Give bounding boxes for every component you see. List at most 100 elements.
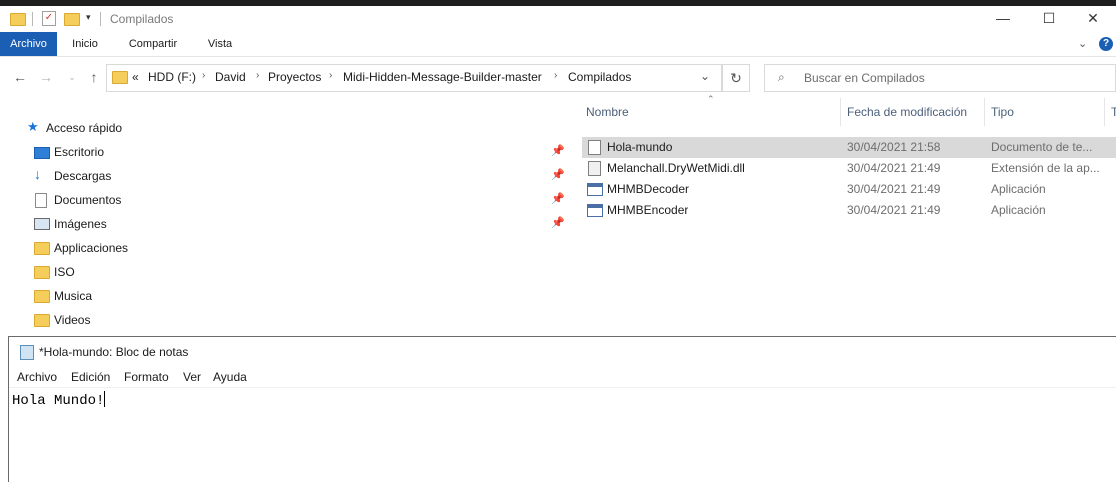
notepad-text-area[interactable]: Hola Mundo!: [9, 387, 1116, 483]
notepad-icon: [20, 345, 34, 360]
column-header-tipo[interactable]: Tipo: [991, 105, 1014, 119]
file-type: Documento de te...: [991, 140, 1093, 154]
maximize-button[interactable]: ☐: [1026, 6, 1072, 32]
file-date: 30/04/2021 21:49: [847, 161, 941, 175]
nav-item-label: Videos: [54, 313, 91, 327]
pin-icon[interactable]: 📌: [551, 168, 565, 181]
file-row[interactable]: MHMBDecoder 30/04/2021 21:49 Aplicación: [582, 179, 1116, 200]
notepad-content: Hola Mundo!: [12, 393, 105, 409]
menu-ayuda[interactable]: Ayuda: [213, 370, 247, 384]
breadcrumb-chevron-icon[interactable]: ›: [554, 70, 557, 81]
file-name: MHMBDecoder: [607, 182, 690, 196]
nav-item-acceso-rapido[interactable]: ★ Acceso rápido: [0, 116, 567, 140]
refresh-icon[interactable]: ↻: [722, 64, 750, 92]
file-name: MHMBEncoder: [607, 203, 689, 217]
notepad-window: *Hola-mundo: Bloc de notas Archivo Edici…: [8, 336, 1116, 482]
explorer-title-bar: ✓ ▾ Compilados — ☐ ✕: [0, 6, 1116, 32]
file-type: Aplicación: [991, 182, 1046, 196]
file-row[interactable]: Hola-mundo 30/04/2021 21:58 Documento de…: [582, 137, 1116, 158]
close-button[interactable]: ✕: [1070, 6, 1116, 32]
notepad-title-bar: *Hola-mundo: Bloc de notas: [9, 337, 1116, 367]
nav-item-iso[interactable]: ISO: [0, 260, 567, 284]
ribbon-tabs: Archivo Inicio Compartir Vista ⌄ ?: [0, 32, 1116, 57]
customize-toolbar-chevron-icon[interactable]: ▾: [86, 12, 91, 23]
search-placeholder: Buscar en Compilados: [804, 71, 925, 85]
file-name: Hola-mundo: [607, 140, 673, 154]
window-title: Compilados: [110, 12, 174, 26]
search-box[interactable]: ⌕ Buscar en Compilados: [764, 64, 1116, 92]
menu-ver[interactable]: Ver: [183, 370, 201, 384]
nav-item-applicaciones[interactable]: Applicaciones: [0, 236, 567, 260]
nav-item-label: Escritorio: [54, 145, 105, 159]
column-header-nombre[interactable]: Nombre: [586, 105, 629, 119]
pin-icon[interactable]: 📌: [551, 216, 565, 229]
file-date: 30/04/2021 21:49: [847, 203, 941, 217]
nav-item-label: Descargas: [54, 169, 112, 183]
nav-item-label: Acceso rápido: [46, 121, 123, 135]
toolbar-separator: [100, 12, 101, 26]
column-divider[interactable]: [984, 98, 985, 126]
properties-check-icon[interactable]: ✓: [42, 11, 56, 26]
breadcrumb-drive[interactable]: HDD (F:): [148, 70, 196, 84]
address-bar[interactable]: « HDD (F:) › David › Proyectos › Midi-Hi…: [106, 64, 722, 92]
tab-inicio[interactable]: Inicio: [60, 32, 110, 56]
app-icon: [587, 183, 603, 196]
nav-item-documentos[interactable]: Documentos 📌: [0, 188, 567, 212]
tab-compartir[interactable]: Compartir: [117, 32, 189, 56]
folder-icon: [34, 266, 50, 279]
file-name: Melanchall.DryWetMidi.dll: [607, 161, 745, 175]
file-type: Aplicación: [991, 203, 1046, 217]
recent-locations-chevron-icon[interactable]: ⌄: [62, 66, 82, 88]
desktop-icon: [34, 147, 50, 159]
tab-vista[interactable]: Vista: [196, 32, 244, 56]
column-header-tamano[interactable]: T: [1111, 105, 1116, 119]
nav-item-imagenes[interactable]: Imágenes 📌: [0, 212, 567, 236]
file-date: 30/04/2021 21:58: [847, 140, 941, 154]
nav-item-descargas[interactable]: ↓ Descargas 📌: [0, 164, 567, 188]
back-arrow-icon[interactable]: ←: [10, 66, 30, 88]
file-date: 30/04/2021 21:49: [847, 182, 941, 196]
pin-icon[interactable]: 📌: [551, 144, 565, 157]
app-icon: [587, 204, 603, 217]
menu-edicion[interactable]: Edición: [71, 370, 110, 384]
breadcrumb-chevron-icon[interactable]: ›: [329, 70, 332, 81]
quick-access-folder-icon[interactable]: [10, 13, 26, 26]
search-icon: ⌕: [778, 70, 785, 84]
folder-icon: [34, 290, 50, 303]
column-header-fecha[interactable]: Fecha de modificación: [847, 105, 967, 119]
nav-item-escritorio[interactable]: Escritorio 📌: [0, 140, 567, 164]
breadcrumb-overflow[interactable]: «: [132, 70, 139, 84]
dll-file-icon: [588, 161, 601, 176]
column-divider[interactable]: [1104, 98, 1105, 126]
breadcrumb-compilados[interactable]: Compilados: [568, 70, 631, 84]
tab-archivo[interactable]: Archivo: [0, 32, 57, 56]
menu-archivo[interactable]: Archivo: [17, 370, 57, 384]
address-folder-icon: [112, 71, 128, 84]
pin-icon[interactable]: 📌: [551, 192, 565, 205]
breadcrumb-chevron-icon[interactable]: ›: [256, 70, 259, 81]
menu-formato[interactable]: Formato: [124, 370, 169, 384]
text-file-icon: [588, 140, 601, 155]
breadcrumb-proyectos[interactable]: Proyectos: [268, 70, 321, 84]
nav-item-musica[interactable]: Musica: [0, 284, 567, 308]
up-arrow-icon[interactable]: ↑: [84, 66, 104, 88]
help-icon[interactable]: ?: [1099, 37, 1113, 51]
address-history-chevron-icon[interactable]: ⌄: [700, 69, 710, 83]
minimize-button[interactable]: —: [980, 6, 1026, 32]
breadcrumb-david[interactable]: David: [215, 70, 246, 84]
breadcrumb-project[interactable]: Midi-Hidden-Message-Builder-master: [343, 70, 542, 84]
folder-icon: [34, 314, 50, 327]
nav-item-videos[interactable]: Videos: [0, 308, 567, 332]
file-row[interactable]: Melanchall.DryWetMidi.dll 30/04/2021 21:…: [582, 158, 1116, 179]
notepad-menu-bar: Archivo Edición Formato Ver Ayuda: [9, 367, 1116, 387]
breadcrumb-chevron-icon[interactable]: ›: [202, 70, 205, 81]
file-row[interactable]: MHMBEncoder 30/04/2021 21:49 Aplicación: [582, 200, 1116, 221]
nav-item-label: Applicaciones: [54, 241, 129, 255]
nav-item-label: Imágenes: [54, 217, 107, 231]
nav-item-label: Musica: [54, 289, 93, 303]
expand-ribbon-chevron-icon[interactable]: ⌄: [1078, 37, 1087, 50]
new-folder-icon[interactable]: [64, 13, 80, 26]
sort-ascending-icon: ⌃: [707, 94, 715, 104]
column-divider[interactable]: [840, 98, 841, 126]
forward-arrow-icon[interactable]: →: [36, 66, 56, 88]
